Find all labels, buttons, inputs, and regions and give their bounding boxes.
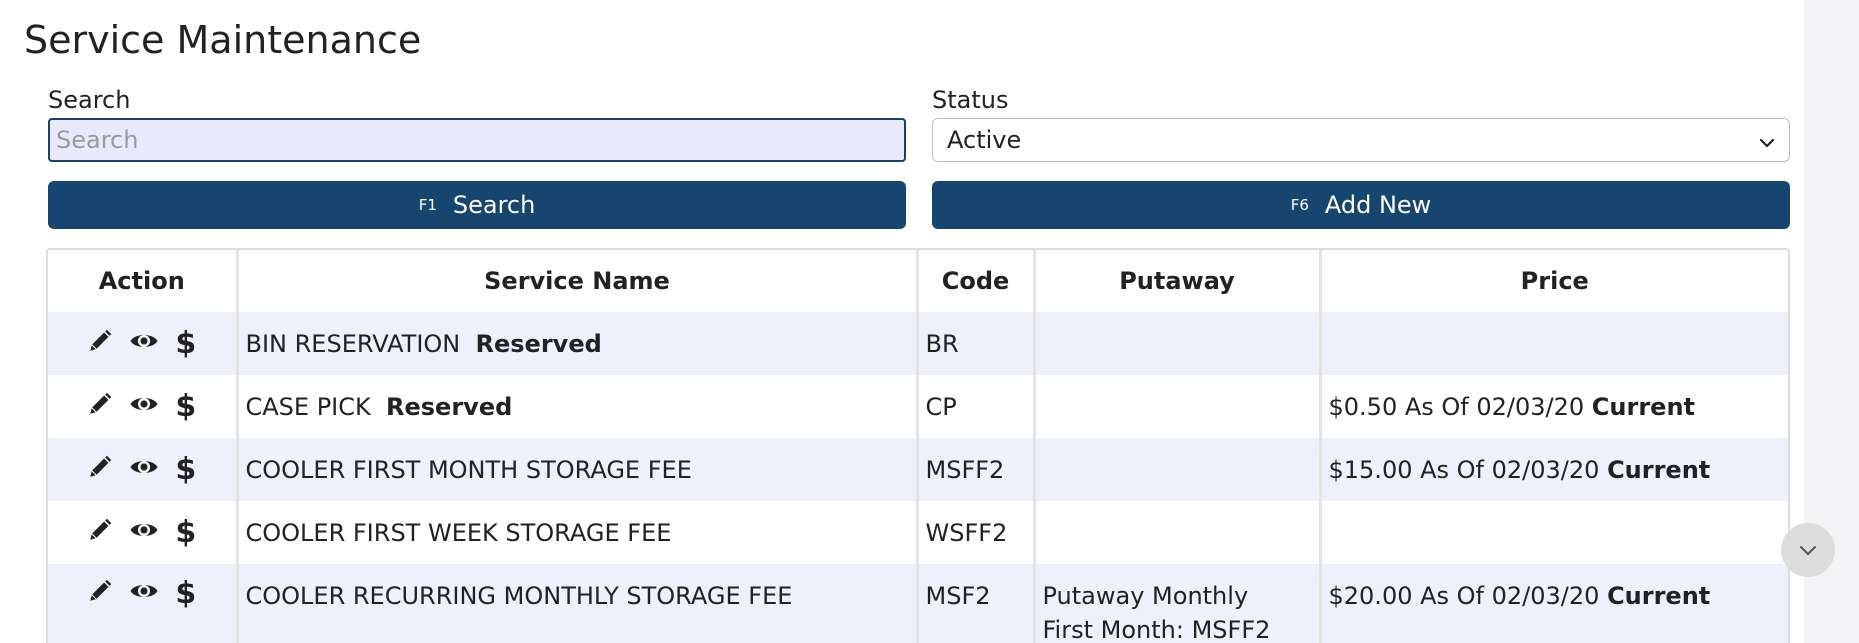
pencil-icon[interactable] [87, 328, 113, 360]
service-name-cell[interactable]: COOLER FIRST MONTH STORAGE FEE [237, 438, 919, 501]
price-cell: $20.00 As Of 02/03/20 Current [1320, 564, 1788, 643]
reserved-badge: Reserved [475, 329, 602, 358]
search-button-label: Search [452, 191, 536, 219]
status-select[interactable]: Active [932, 118, 1790, 162]
price-cell: $0.50 As Of 02/03/20 Current [1320, 375, 1788, 438]
services-table: Action Service Name Code Putaway Price $… [46, 248, 1790, 643]
code-cell: WSFF2 [917, 501, 1036, 564]
search-button[interactable]: F1 Search [48, 181, 906, 229]
service-name-cell[interactable]: CASE PICK Reserved [237, 375, 919, 438]
row-actions: $ [48, 564, 239, 643]
eye-icon[interactable] [129, 393, 159, 421]
page-title: Service Maintenance [24, 18, 422, 62]
price-status: Current [1591, 392, 1696, 421]
price-cell [1320, 312, 1788, 375]
status-selected-value: Active [947, 126, 1022, 154]
eye-icon[interactable] [129, 519, 159, 547]
service-name: BIN RESERVATION [245, 329, 461, 358]
putaway-cell [1034, 312, 1322, 375]
column-header-service-name[interactable]: Service Name [237, 250, 919, 312]
dollar-icon[interactable]: $ [175, 454, 196, 485]
putaway-cell: Putaway Monthly First Month: MSFF2 [1034, 564, 1322, 643]
row-actions: $ [48, 501, 239, 564]
code-cell: CP [917, 375, 1036, 438]
row-actions: $ [48, 438, 239, 501]
service-name: COOLER RECURRING MONTHLY STORAGE FEE [245, 582, 793, 610]
putaway-cell [1034, 438, 1322, 501]
dollar-icon[interactable]: $ [175, 391, 196, 422]
service-name: COOLER FIRST WEEK STORAGE FEE [245, 518, 672, 547]
row-actions: $ [48, 375, 239, 438]
pencil-icon[interactable] [87, 391, 113, 423]
service-name-cell[interactable]: BIN RESERVATION Reserved [237, 312, 919, 375]
column-header-price[interactable]: Price [1320, 250, 1788, 312]
putaway-line: First Month: MSFF2 [1042, 616, 1271, 643]
price-text: $15.00 As Of 02/03/20 [1328, 455, 1600, 484]
pencil-icon[interactable] [87, 517, 113, 549]
service-maintenance-panel: Service Maintenance Search Status Active… [0, 0, 1804, 643]
price-status: Current [1607, 582, 1711, 610]
eye-icon[interactable] [129, 330, 159, 358]
code-cell: MSFF2 [917, 438, 1036, 501]
service-name: COOLER FIRST MONTH STORAGE FEE [245, 455, 692, 484]
table-body: $ BIN RESERVATION Reserved BR $ CASE PICK Re… [48, 312, 1788, 643]
search-label: Search [48, 86, 131, 114]
pencil-icon[interactable] [87, 454, 113, 486]
search-hotkey: F1 [418, 196, 437, 214]
price-cell: $15.00 As Of 02/03/20 Current [1320, 438, 1788, 501]
scroll-down-button[interactable] [1781, 523, 1835, 577]
table-row: $ COOLER FIRST WEEK STORAGE FEE WSFF2 [48, 501, 1788, 564]
price-text: $0.50 As Of 02/03/20 [1328, 392, 1585, 421]
code-cell: BR [917, 312, 1036, 375]
table-row: $ BIN RESERVATION Reserved BR [48, 312, 1788, 375]
table-row: $ CASE PICK Reserved CP $0.50 As Of 02/03/2… [48, 375, 1788, 438]
putaway-cell [1034, 375, 1322, 438]
status-label: Status [932, 86, 1009, 114]
column-header-action: Action [48, 250, 239, 312]
add-new-button[interactable]: F6 Add New [932, 181, 1790, 229]
row-actions: $ [48, 312, 239, 375]
dollar-icon[interactable]: $ [175, 517, 196, 548]
service-name-cell[interactable]: COOLER RECURRING MONTHLY STORAGE FEE [237, 564, 919, 643]
code-cell: MSF2 [917, 564, 1036, 643]
column-header-code[interactable]: Code [917, 250, 1036, 312]
search-input[interactable] [48, 118, 906, 162]
reserved-badge: Reserved [386, 392, 513, 421]
service-name: CASE PICK [245, 392, 371, 421]
service-name-cell[interactable]: COOLER FIRST WEEK STORAGE FEE [237, 501, 919, 564]
pencil-icon[interactable] [87, 578, 113, 610]
price-text: $20.00 As Of 02/03/20 [1328, 582, 1600, 610]
putaway-line: Putaway Monthly [1042, 582, 1249, 610]
column-header-putaway[interactable]: Putaway [1034, 250, 1322, 312]
add-new-hotkey: F6 [1290, 196, 1309, 214]
add-new-button-label: Add New [1324, 191, 1432, 219]
price-status: Current [1607, 455, 1711, 484]
putaway-cell [1034, 501, 1322, 564]
eye-icon[interactable] [129, 580, 159, 608]
price-cell [1320, 501, 1788, 564]
dollar-icon[interactable]: $ [175, 579, 196, 609]
eye-icon[interactable] [129, 456, 159, 484]
table-row: $ COOLER RECURRING MONTHLY STORAGE FEE MSF… [48, 564, 1788, 643]
chevron-down-icon [1759, 126, 1775, 154]
chevron-down-icon [1799, 541, 1817, 560]
dollar-icon[interactable]: $ [175, 328, 196, 359]
table-row: $ COOLER FIRST MONTH STORAGE FEE MSFF2 $15.… [48, 438, 1788, 501]
